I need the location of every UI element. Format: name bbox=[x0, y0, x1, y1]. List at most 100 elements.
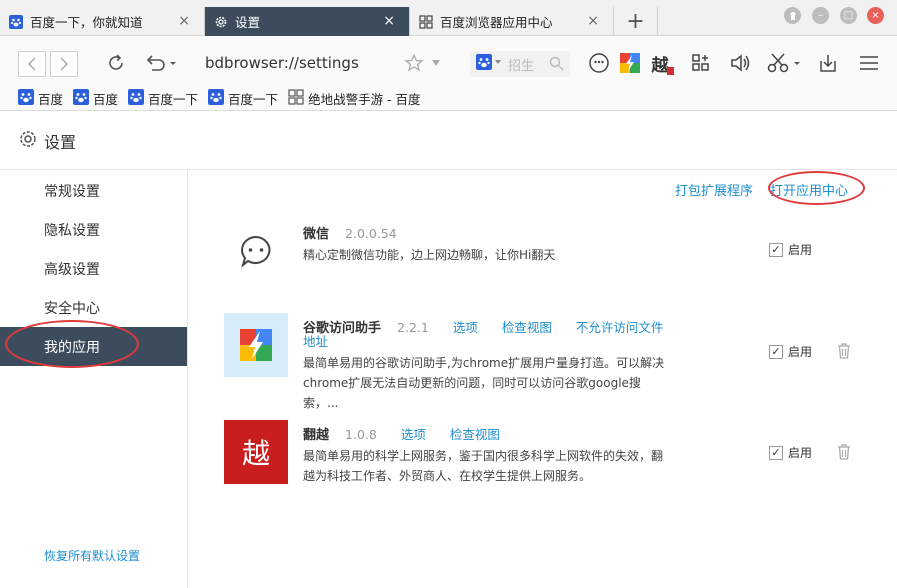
forward-button[interactable] bbox=[50, 51, 78, 77]
search-icon[interactable] bbox=[549, 56, 564, 75]
back-button[interactable] bbox=[18, 51, 46, 77]
close-icon[interactable]: × bbox=[587, 13, 599, 29]
inspect-views-link[interactable]: 检查视图 bbox=[502, 320, 552, 335]
tab-label: 设置 bbox=[235, 15, 261, 30]
checkbox[interactable]: ✓ bbox=[769, 445, 783, 460]
wechat-icon bbox=[224, 219, 288, 283]
bookmark-label: 百度 bbox=[38, 92, 64, 107]
sidebar-item-advanced[interactable]: 高级设置 bbox=[0, 249, 187, 288]
sidebar-item-security[interactable]: 安全中心 bbox=[0, 288, 187, 327]
sidebar: 常规设置 隐私设置 高级设置 安全中心 我的应用 恢复所有默认设置 bbox=[0, 171, 188, 588]
bookmark-item[interactable]: 百度 bbox=[18, 89, 63, 108]
trash-icon[interactable] bbox=[837, 444, 851, 460]
star-icon[interactable] bbox=[402, 51, 426, 75]
sidebar-item-privacy[interactable]: 隐私设置 bbox=[0, 210, 187, 249]
extension-title: 微信 bbox=[303, 227, 330, 242]
restore-defaults-link[interactable]: 恢复所有默认设置 bbox=[44, 547, 140, 564]
close-icon[interactable]: × bbox=[178, 13, 190, 29]
inspect-views-link[interactable]: 检查视图 bbox=[450, 427, 500, 442]
app-grid-icon[interactable] bbox=[689, 51, 713, 75]
disallow-file-access-link[interactable]: 不允许访问文件 bbox=[576, 320, 664, 335]
enable-toggle[interactable]: ✓ 启用 bbox=[769, 444, 812, 461]
extension-name-wrap: 地址 bbox=[303, 331, 328, 350]
search-engine-icon[interactable] bbox=[476, 54, 502, 74]
speaker-icon[interactable] bbox=[728, 51, 752, 75]
pack-extension-link[interactable]: 打包扩展程序 bbox=[675, 180, 753, 199]
close-icon[interactable]: × bbox=[383, 13, 395, 29]
extension-name: 微信 2.0.0.54 bbox=[303, 223, 397, 242]
tab-label: 百度浏览器应用中心 bbox=[440, 15, 553, 30]
chevron-left-icon bbox=[27, 57, 36, 71]
enable-toggle[interactable]: ✓ 启用 bbox=[769, 241, 812, 258]
extension-item: 微信 2.0.0.54 精心定制微信功能，边上网边畅聊，让你Hi翻天 ✓ 启用 bbox=[224, 219, 864, 299]
maximize-button[interactable]: □ bbox=[840, 7, 857, 24]
extension-name: 谷歌访问助手 2.2.1 选项 检查视图 不允许访问文件 bbox=[303, 317, 663, 336]
bookmark-label: 百度 bbox=[93, 92, 119, 107]
gear-icon bbox=[18, 129, 38, 153]
bookmark-item[interactable]: 百度一下 bbox=[128, 89, 198, 108]
enable-label: 启用 bbox=[788, 345, 813, 359]
scissors-icon[interactable] bbox=[766, 51, 802, 75]
sidebar-item-my-apps[interactable]: 我的应用 bbox=[0, 327, 187, 366]
minimize-button[interactable]: – bbox=[812, 7, 829, 24]
extension-title: 翻越 bbox=[303, 428, 330, 443]
options-link[interactable]: 选项 bbox=[401, 427, 426, 442]
baidu-paw-icon bbox=[8, 14, 24, 30]
bookmarks-bar: 百度 百度 百度一下 百度一下 绝地战警手游 - 百度 bbox=[0, 87, 897, 111]
extension-name: 翻越 1.0.8 选项 检查视图 bbox=[303, 424, 500, 443]
checkbox[interactable]: ✓ bbox=[769, 242, 783, 257]
baidu-paw-icon bbox=[73, 89, 90, 108]
checkbox[interactable]: ✓ bbox=[769, 344, 783, 359]
open-app-center-link[interactable]: 打开应用中心 bbox=[770, 180, 848, 199]
extension-description: 最简单易用的科学上网服务，鉴于国内很多科学上网软件的失效，翻越为科技工作者、外贸… bbox=[303, 449, 664, 483]
extension-description: 最简单易用的谷歌访问助手,为chrome扩展用户量身打造。可以解决chrome扩… bbox=[303, 356, 665, 410]
undo-icon[interactable] bbox=[142, 51, 178, 75]
tab-bar: 百度一下，你就知道 × 设置 × 百度浏览器应用中心 × + – □ × bbox=[0, 0, 897, 36]
app-grid-icon bbox=[288, 89, 304, 108]
download-icon[interactable] bbox=[816, 51, 840, 75]
window-close-button[interactable]: × bbox=[867, 7, 884, 24]
enable-toggle[interactable]: ✓ 启用 bbox=[769, 343, 812, 360]
skin-icon[interactable] bbox=[784, 7, 801, 24]
bookmark-label: 百度一下 bbox=[228, 92, 279, 107]
baidu-paw-icon bbox=[128, 89, 145, 108]
extension-item: 谷歌访问助手 2.2.1 选项 检查视图 不允许访问文件 地址 最简单易用的谷歌访问助手… bbox=[224, 313, 864, 410]
app-grid-icon bbox=[418, 14, 434, 30]
fanyue-icon[interactable]: 越 bbox=[648, 51, 674, 76]
address-bar[interactable]: bdbrowser://settings bbox=[205, 54, 359, 72]
bookmark-label: 百度一下 bbox=[148, 92, 199, 107]
enable-label: 启用 bbox=[788, 243, 813, 257]
new-tab-button[interactable]: + bbox=[614, 7, 658, 36]
tab-baidu[interactable]: 百度一下，你就知道 × bbox=[0, 7, 205, 36]
extension-version: 2.2.1 bbox=[397, 320, 429, 335]
options-link[interactable]: 选项 bbox=[453, 320, 478, 335]
menu-icon[interactable] bbox=[857, 51, 881, 75]
wechat-icon[interactable] bbox=[587, 51, 611, 75]
chevron-right-icon bbox=[60, 57, 69, 71]
fanyue-logo: 越 bbox=[224, 420, 288, 484]
bookmark-item[interactable]: 百度一下 bbox=[208, 89, 278, 108]
bookmark-item[interactable]: 绝地战警手游 - 百度 bbox=[288, 89, 421, 108]
extension-item: 越 翻越 1.0.8 选项 检查视图 最简单易用的科学上网服务，鉴于国内很多科学上网软… bbox=[224, 420, 864, 500]
bookmark-label: 绝地战警手游 - 百度 bbox=[308, 92, 421, 107]
tab-settings[interactable]: 设置 × bbox=[205, 7, 410, 36]
google-helper-icon[interactable] bbox=[618, 51, 642, 75]
disallow-file-access-link-wrap[interactable]: 地址 bbox=[303, 334, 328, 349]
tab-app-center[interactable]: 百度浏览器应用中心 × bbox=[410, 7, 614, 36]
chevron-down-icon[interactable] bbox=[428, 51, 444, 75]
bookmark-item[interactable]: 百度 bbox=[73, 89, 118, 108]
extension-version: 1.0.8 bbox=[345, 427, 377, 442]
search-box[interactable]: 招生 bbox=[470, 51, 570, 77]
sidebar-item-general[interactable]: 常规设置 bbox=[0, 171, 187, 210]
google-helper-logo bbox=[224, 313, 288, 377]
refresh-icon[interactable] bbox=[104, 51, 128, 75]
extension-description: 精心定制微信功能，边上网边畅聊，让你Hi翻天 bbox=[303, 248, 556, 262]
gear-icon bbox=[213, 14, 229, 30]
search-input[interactable]: 招生 bbox=[508, 55, 534, 74]
my-apps-panel: 打包扩展程序 打开应用中心 微信 2.0.0.54 精心定制微信功能，边上网边畅聊… bbox=[189, 171, 897, 588]
enable-label: 启用 bbox=[788, 446, 813, 460]
page-title: 设置 bbox=[44, 132, 77, 152]
toolbar: bdbrowser://settings 招生 越 bbox=[0, 37, 897, 87]
trash-icon[interactable] bbox=[837, 343, 851, 359]
tab-label: 百度一下，你就知道 bbox=[30, 15, 143, 30]
